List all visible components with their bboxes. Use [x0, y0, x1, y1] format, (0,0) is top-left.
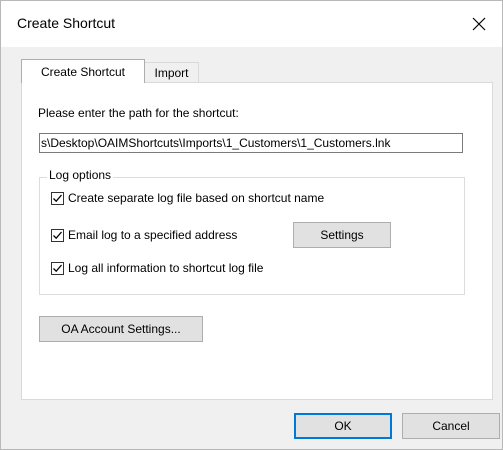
ok-button[interactable]: OK	[294, 413, 392, 439]
email-log-checkbox[interactable]	[51, 228, 64, 242]
oa-account-settings-button[interactable]: OA Account Settings...	[39, 316, 203, 342]
log-all-option[interactable]: Log all information to shortcut log file	[51, 261, 263, 275]
cancel-button-label: Cancel	[432, 419, 470, 433]
tab-import[interactable]: Import	[144, 62, 199, 83]
log-all-checkbox[interactable]	[51, 261, 64, 275]
email-log-label: Email log to a specified address	[68, 228, 238, 242]
close-icon	[472, 17, 486, 31]
separate-log-option[interactable]: Create separate log file based on shortc…	[51, 191, 324, 205]
log-all-label: Log all information to shortcut log file	[68, 261, 264, 275]
path-label: Please enter the path for the shortcut:	[38, 106, 239, 120]
window-title: Create Shortcut	[17, 15, 116, 31]
cancel-button[interactable]: Cancel	[402, 413, 500, 439]
title-bar: Create Shortcut	[1, 1, 502, 47]
settings-button-label: Settings	[320, 228, 364, 242]
oa-account-settings-label: OA Account Settings...	[61, 322, 181, 336]
tab-import-label: Import	[154, 66, 189, 80]
shortcut-path-input[interactable]: s\Desktop\OAIMShortcuts\Imports\1_Custom…	[39, 133, 463, 153]
create-shortcut-dialog: Create Shortcut Create Shortcut Import P…	[0, 0, 503, 450]
separate-log-checkbox[interactable]	[51, 191, 64, 205]
checkmark-icon	[53, 194, 62, 202]
separate-log-label: Create separate log file based on shortc…	[68, 191, 325, 205]
email-log-option[interactable]: Email log to a specified address	[51, 228, 237, 242]
close-button[interactable]	[456, 1, 502, 47]
tab-create-shortcut[interactable]: Create Shortcut	[21, 59, 145, 83]
ok-button-label: OK	[334, 419, 352, 433]
settings-button[interactable]: Settings	[293, 222, 391, 248]
tab-create-shortcut-label: Create Shortcut	[40, 64, 126, 79]
log-options-legend: Log options	[47, 168, 114, 182]
checkmark-icon	[53, 231, 62, 239]
checkmark-icon	[53, 264, 62, 272]
